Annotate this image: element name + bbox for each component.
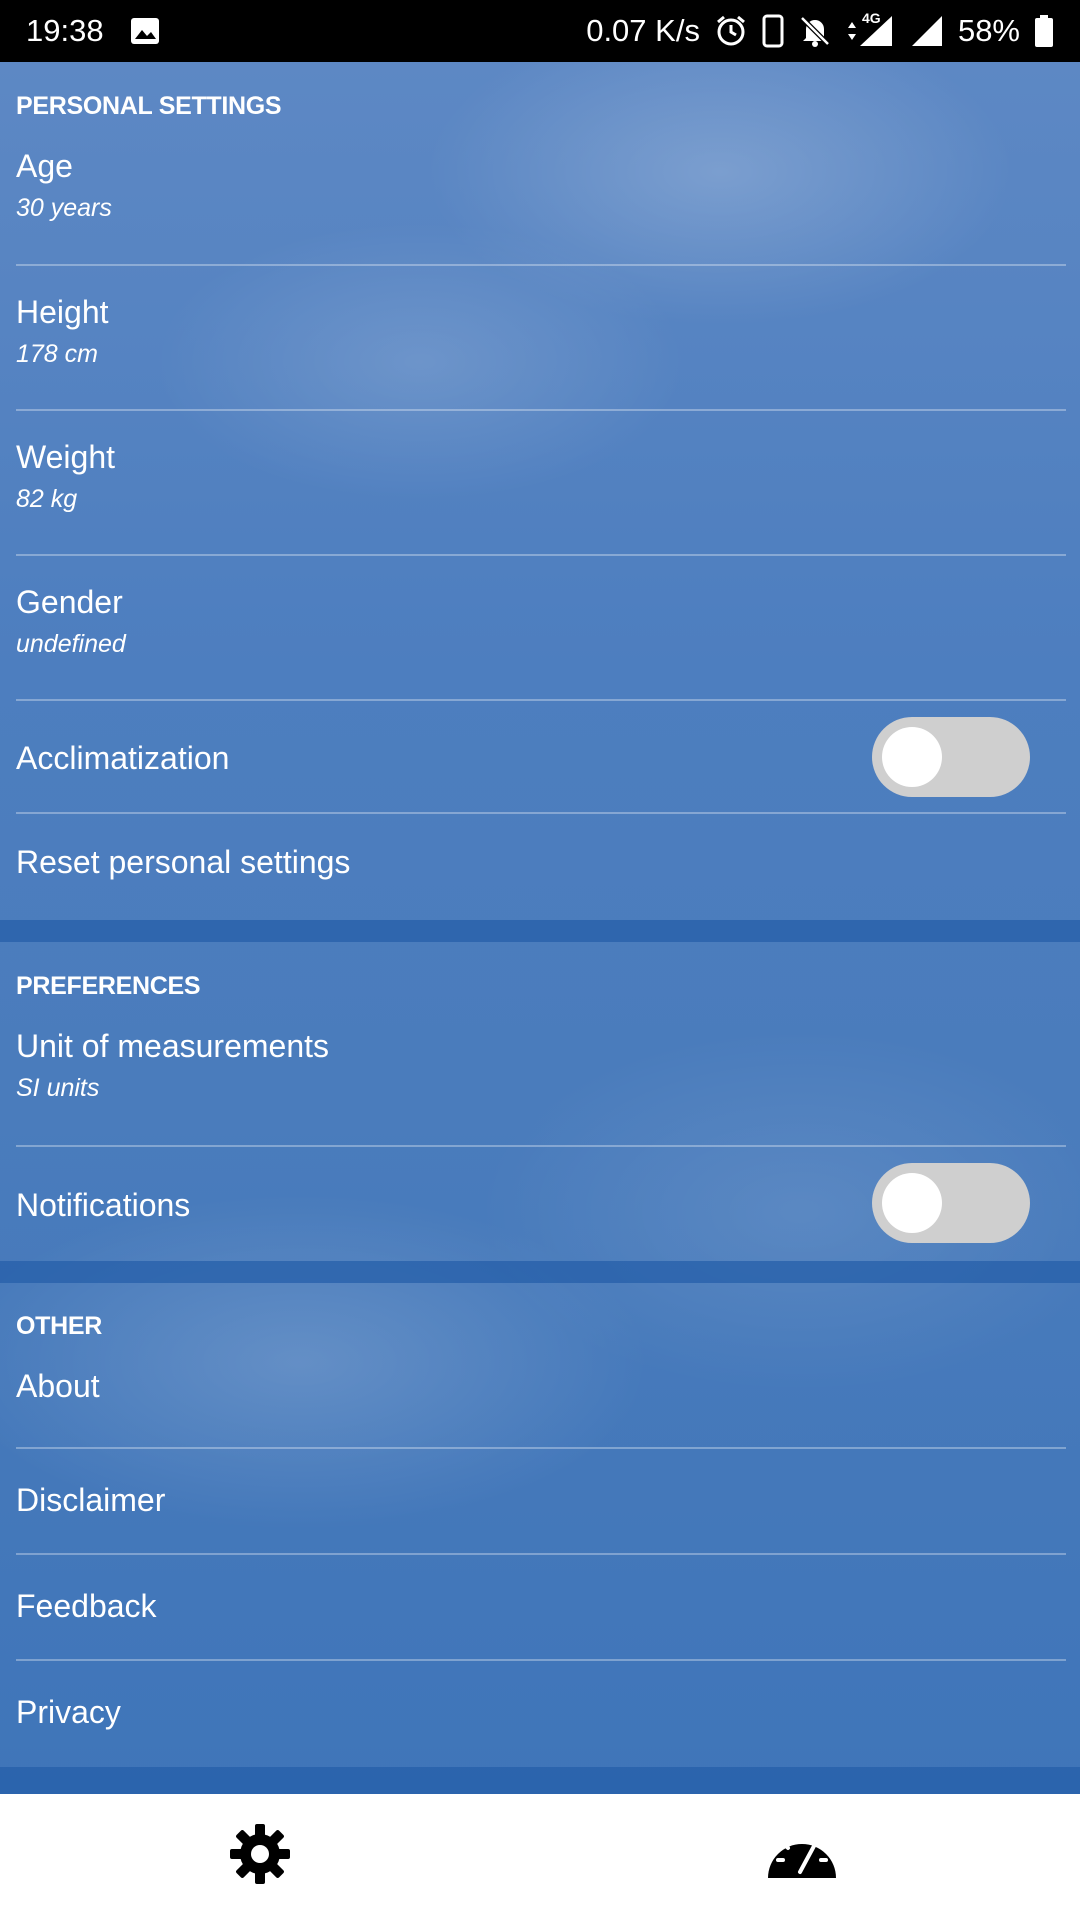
section-separator: [0, 1261, 1080, 1283]
setting-title: Notifications: [16, 1187, 191, 1223]
alarm-icon: [714, 14, 748, 48]
section-separator: [0, 920, 1080, 942]
nav-settings-button[interactable]: [220, 1816, 300, 1896]
setting-feedback[interactable]: Feedback: [0, 1555, 1080, 1659]
image-icon: [130, 17, 160, 45]
speedometer-icon: [764, 1822, 840, 1891]
setting-reset-personal[interactable]: Reset personal settings: [0, 814, 1080, 920]
setting-notifications[interactable]: Notifications: [0, 1147, 1080, 1261]
signal-icon: [910, 14, 944, 48]
signal-4g-icon: 4G: [846, 10, 896, 48]
acclimatization-toggle[interactable]: [872, 717, 1030, 797]
nav-dashboard-button[interactable]: [762, 1816, 842, 1896]
setting-title: Gender: [16, 584, 123, 620]
setting-title: Age: [16, 148, 73, 184]
gear-icon: [228, 1822, 292, 1891]
setting-value: undefined: [16, 630, 126, 658]
notifications-toggle[interactable]: [872, 1163, 1030, 1243]
status-bar: 19:38 0.07 K/s 4G 58%: [0, 0, 1080, 62]
setting-acclimatization[interactable]: Acclimatization: [0, 702, 1080, 812]
setting-about[interactable]: About: [0, 1352, 1080, 1452]
setting-value: SI units: [16, 1074, 100, 1102]
setting-disclaimer[interactable]: Disclaimer: [0, 1449, 1080, 1553]
setting-privacy[interactable]: Privacy: [0, 1661, 1080, 1765]
setting-title: Unit of measurements: [16, 1028, 330, 1064]
setting-height[interactable]: Height 178 cm: [0, 294, 1080, 434]
setting-value: 178 cm: [16, 340, 98, 368]
section-header-other: OTHER: [16, 1312, 103, 1340]
divider: [16, 264, 1066, 266]
setting-title: About: [16, 1368, 100, 1404]
toggle-knob: [882, 1173, 942, 1233]
bell-off-icon: [798, 14, 832, 48]
section-separator: [0, 1767, 1080, 1794]
section-header-preferences: PREFERENCES: [16, 972, 201, 1000]
setting-age[interactable]: Age 30 years: [0, 148, 1080, 288]
setting-title: Reset personal settings: [16, 844, 351, 880]
setting-title: Height: [16, 294, 109, 330]
bottom-nav: [0, 1794, 1080, 1920]
battery-percent: 58%: [957, 13, 1020, 48]
toggle-knob: [882, 727, 942, 787]
settings-list: PERSONAL SETTINGS Age 30 years Height 17…: [0, 62, 1080, 1794]
status-time: 19:38: [26, 13, 104, 48]
network-type: 4G: [861, 10, 881, 26]
setting-title: Weight: [16, 439, 116, 475]
setting-weight[interactable]: Weight 82 kg: [0, 439, 1080, 579]
setting-title: Privacy: [16, 1694, 121, 1730]
setting-title: Disclaimer: [16, 1482, 166, 1518]
setting-title: Feedback: [16, 1588, 157, 1624]
setting-value: 30 years: [16, 194, 112, 222]
network-speed: 0.07 K/s: [586, 13, 700, 48]
battery-icon: [1034, 14, 1054, 48]
setting-title: Acclimatization: [16, 740, 230, 776]
divider: [16, 699, 1066, 701]
divider: [16, 409, 1066, 411]
section-header-personal: PERSONAL SETTINGS: [16, 92, 282, 120]
divider: [16, 554, 1066, 556]
phone-icon: [762, 14, 784, 48]
setting-value: 82 kg: [16, 485, 78, 513]
